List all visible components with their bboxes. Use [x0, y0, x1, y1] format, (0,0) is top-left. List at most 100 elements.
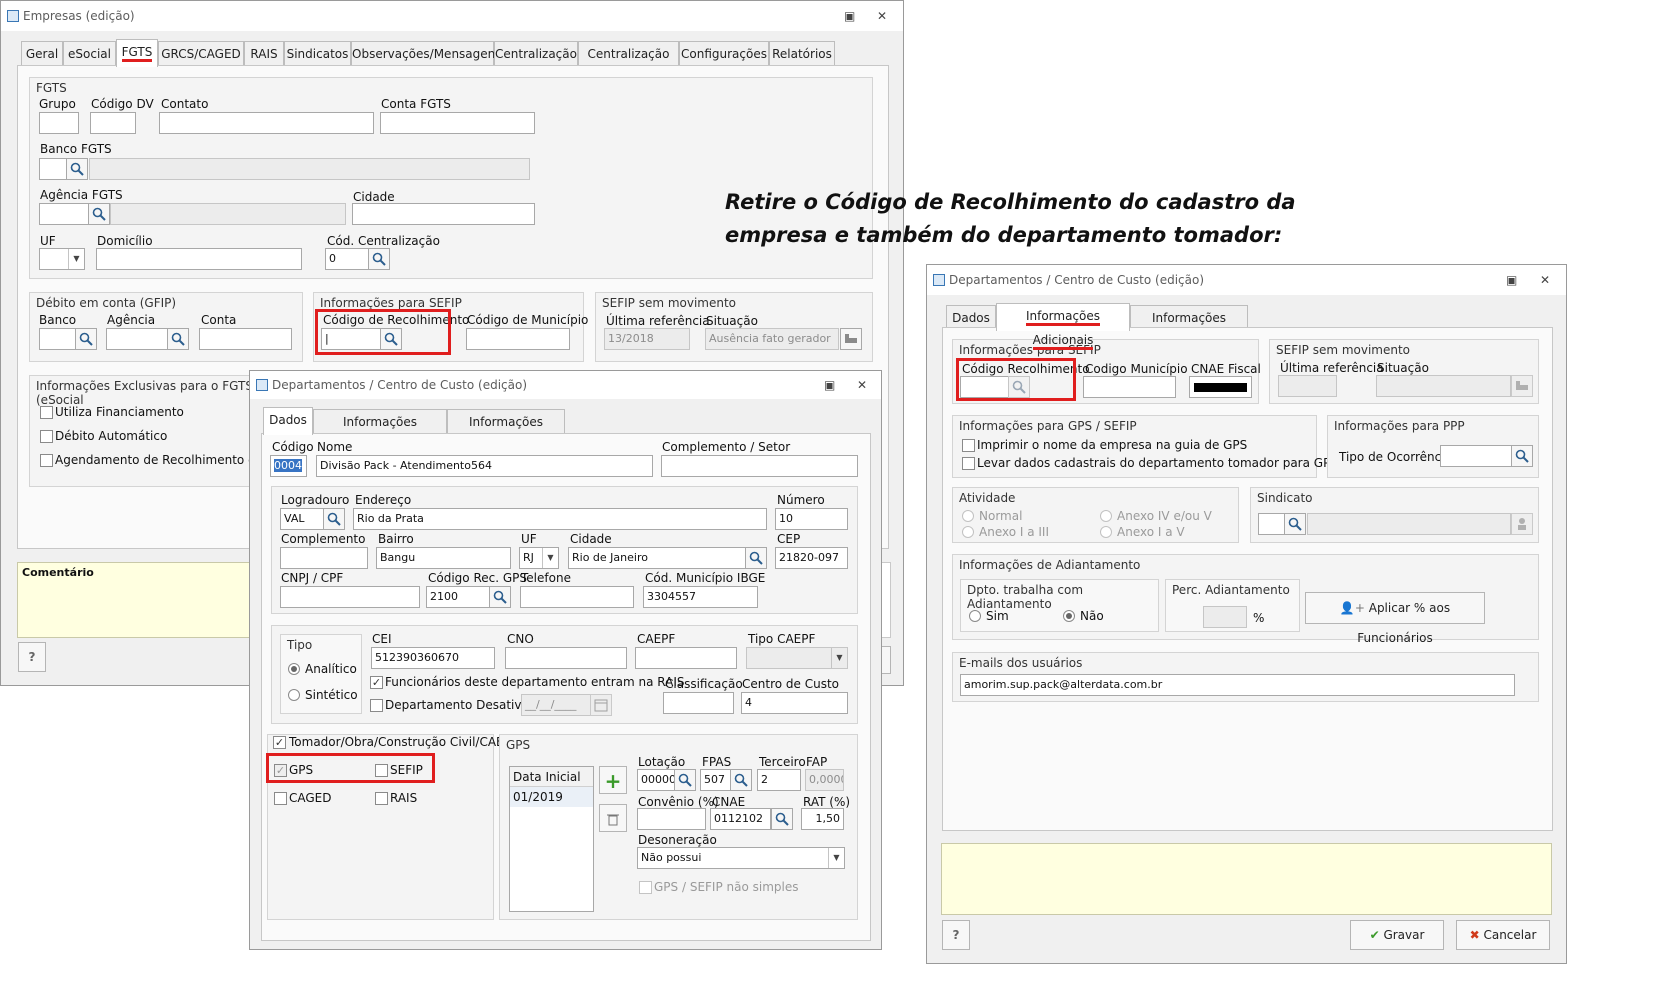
dep1-terceiro-input[interactable]: 2	[757, 769, 801, 791]
cod-centralizacao-input[interactable]: 0	[325, 248, 369, 270]
cod-centralizacao-lookup[interactable]	[368, 248, 390, 270]
conta-fgts-input[interactable]	[380, 112, 535, 134]
debito-banco-lookup[interactable]	[75, 328, 97, 350]
dep2-nao-radio[interactable]	[1063, 610, 1075, 622]
dep2-tipo-ocorrencia-input[interactable]	[1440, 445, 1512, 467]
dep1-numero-input[interactable]: 10	[775, 508, 848, 530]
dep2-anexo-i-v-radio[interactable]	[1100, 526, 1112, 538]
tab-observacoes[interactable]: Observações/Mensagens	[351, 41, 502, 67]
dep1-cei-input[interactable]: 512390360670	[371, 647, 495, 669]
dep1-uf-select[interactable]: RJ ▼	[519, 547, 559, 569]
dep1-caepf-input[interactable]	[635, 647, 737, 669]
debito-agencia-lookup[interactable]	[167, 328, 189, 350]
tab-sindicatos[interactable]: Sindicatos	[284, 41, 351, 67]
dep1-cnae-lookup[interactable]	[771, 808, 793, 830]
dep1-complemento-input[interactable]	[280, 547, 368, 569]
dep1-func-rais-checkbox[interactable]: ✓	[370, 676, 383, 689]
dep1-sintetico-radio[interactable]	[288, 689, 300, 701]
debito-banco-input[interactable]	[39, 328, 77, 350]
dep2-tab-info-adicionais[interactable]: Informações Adicionais	[996, 303, 1130, 350]
restore-icon[interactable]: ▣	[844, 9, 855, 23]
codigo-dv-input[interactable]	[90, 112, 136, 134]
grupo-input[interactable]	[39, 112, 79, 134]
debito-automatico-checkbox[interactable]	[40, 430, 53, 443]
dep1-logradouro-input[interactable]: VAL	[280, 508, 324, 530]
dep1-logradouro-lookup[interactable]	[323, 508, 345, 530]
dep2-cnae-fiscal-input[interactable]	[1189, 376, 1252, 398]
dep1-convenio-input[interactable]	[637, 808, 706, 830]
dep1-cidade-input[interactable]: Rio de Janeiro	[568, 547, 746, 569]
tab-rais[interactable]: RAIS	[244, 41, 284, 67]
agendamento-checkbox[interactable]	[40, 454, 53, 467]
dep1-nome-input[interactable]: Divisão Pack - Atendimento564	[316, 455, 653, 477]
dep1-caged-checkbox[interactable]	[274, 792, 287, 805]
dep2-aplicar-button[interactable]: 👤+ Aplicar % aos Funcionários	[1305, 592, 1485, 645]
dep1-complemento-setor-input[interactable]	[661, 455, 858, 477]
dep2-sindicato-input[interactable]	[1258, 513, 1285, 535]
uf-select[interactable]: ▼	[39, 248, 85, 270]
dep2-levar-dados-checkbox[interactable]	[962, 457, 975, 470]
close-icon[interactable]: ✕	[877, 9, 887, 23]
tab-relatorios[interactable]: Relatórios	[769, 41, 835, 67]
dep2-sindicato-lookup[interactable]	[1284, 513, 1306, 535]
dep1-fpas-lookup[interactable]	[730, 769, 752, 791]
dep1-lotacao-lookup[interactable]	[674, 769, 696, 791]
debito-conta-input[interactable]	[199, 328, 292, 350]
dep1-classificacao-input[interactable]	[663, 692, 734, 714]
dep1-rais-checkbox[interactable]	[375, 792, 388, 805]
dep1-cidade-lookup[interactable]	[745, 547, 767, 569]
debito-agencia-input[interactable]	[106, 328, 168, 350]
dep1-lotacao-input[interactable]: 000009	[637, 769, 675, 791]
dep1-telefone-input[interactable]	[520, 586, 634, 608]
banco-fgts-lookup[interactable]	[66, 158, 88, 180]
dep1-fpas-input[interactable]: 507	[700, 769, 731, 791]
restore-icon[interactable]: ▣	[1506, 273, 1517, 287]
dep1-tab-info-esocial[interactable]: Informações eSocial	[447, 409, 565, 453]
dep2-cancelar-button[interactable]: ✖ Cancelar	[1456, 920, 1550, 950]
dep1-cnpj-input[interactable]	[280, 586, 420, 608]
utiliza-financiamento-checkbox[interactable]	[40, 406, 53, 419]
dep2-gravar-button[interactable]: ✔ Gravar	[1350, 920, 1444, 950]
dep1-rat-input[interactable]: 1,50	[801, 808, 844, 830]
dep1-tab-dados[interactable]: Dados	[263, 407, 313, 435]
cidade-input[interactable]	[352, 203, 535, 225]
dep2-normal-radio[interactable]	[962, 510, 974, 522]
dep1-analitico-radio[interactable]	[288, 663, 300, 675]
dep2-comentario-area[interactable]	[941, 843, 1552, 915]
dep1-desativado-checkbox[interactable]	[370, 699, 383, 712]
domicilio-input[interactable]	[96, 248, 302, 270]
dep1-tab-info-adicionais[interactable]: Informações Adicionais	[313, 409, 447, 453]
dep1-add-button[interactable]: +	[599, 766, 627, 794]
comentario-area[interactable]: Comentário	[17, 562, 255, 638]
restore-icon[interactable]: ▣	[824, 378, 835, 392]
dep1-gps-sefip-nao-simples-checkbox[interactable]	[639, 881, 652, 894]
dep1-data-inicial-table[interactable]: Data Inicial 01/2019	[509, 766, 594, 912]
dep1-cnae-input[interactable]: 0112102	[710, 808, 771, 830]
cod-municipio-input[interactable]	[466, 328, 570, 350]
dep2-anexo-i-iii-radio[interactable]	[962, 526, 974, 538]
tab-esocial[interactable]: eSocial	[63, 41, 116, 67]
help-button[interactable]: ?	[18, 642, 46, 672]
dep2-tipo-ocorrencia-lookup[interactable]	[1511, 445, 1533, 467]
situacao-button[interactable]	[840, 328, 862, 350]
dep1-bairro-input[interactable]: Bangu	[376, 547, 511, 569]
close-icon[interactable]: ✕	[1540, 273, 1550, 287]
contato-input[interactable]	[159, 112, 374, 134]
dep1-cod-rec-gps-input[interactable]: 2100	[426, 586, 490, 608]
dep1-tomador-checkbox[interactable]: ✓	[273, 736, 286, 749]
close-icon[interactable]: ✕	[857, 378, 867, 392]
dep1-endereco-input[interactable]: Rio da Prata	[353, 508, 767, 530]
agencia-fgts-input[interactable]	[39, 203, 89, 225]
dep2-anexo-iv-v-radio[interactable]	[1100, 510, 1112, 522]
dep2-help-button[interactable]: ?	[942, 920, 970, 950]
dep1-data-inicial-row[interactable]: 01/2019	[510, 787, 593, 807]
dep1-cep-input[interactable]: 21820-097	[775, 547, 848, 569]
tab-geral[interactable]: Geral	[21, 41, 63, 67]
tab-centralizacao-cs[interactable]: Centralização CS	[578, 41, 679, 85]
tab-centralizacao[interactable]: Centralização	[494, 41, 578, 67]
dep1-delete-button[interactable]	[599, 804, 627, 832]
dep2-imprimir-nome-checkbox[interactable]	[962, 439, 975, 452]
dep1-cod-rec-gps-lookup[interactable]	[489, 586, 511, 608]
dep2-email-input[interactable]: amorim.sup.pack@alterdata.com.br	[960, 674, 1515, 696]
dep1-codigo-input[interactable]: 0004	[270, 455, 307, 477]
